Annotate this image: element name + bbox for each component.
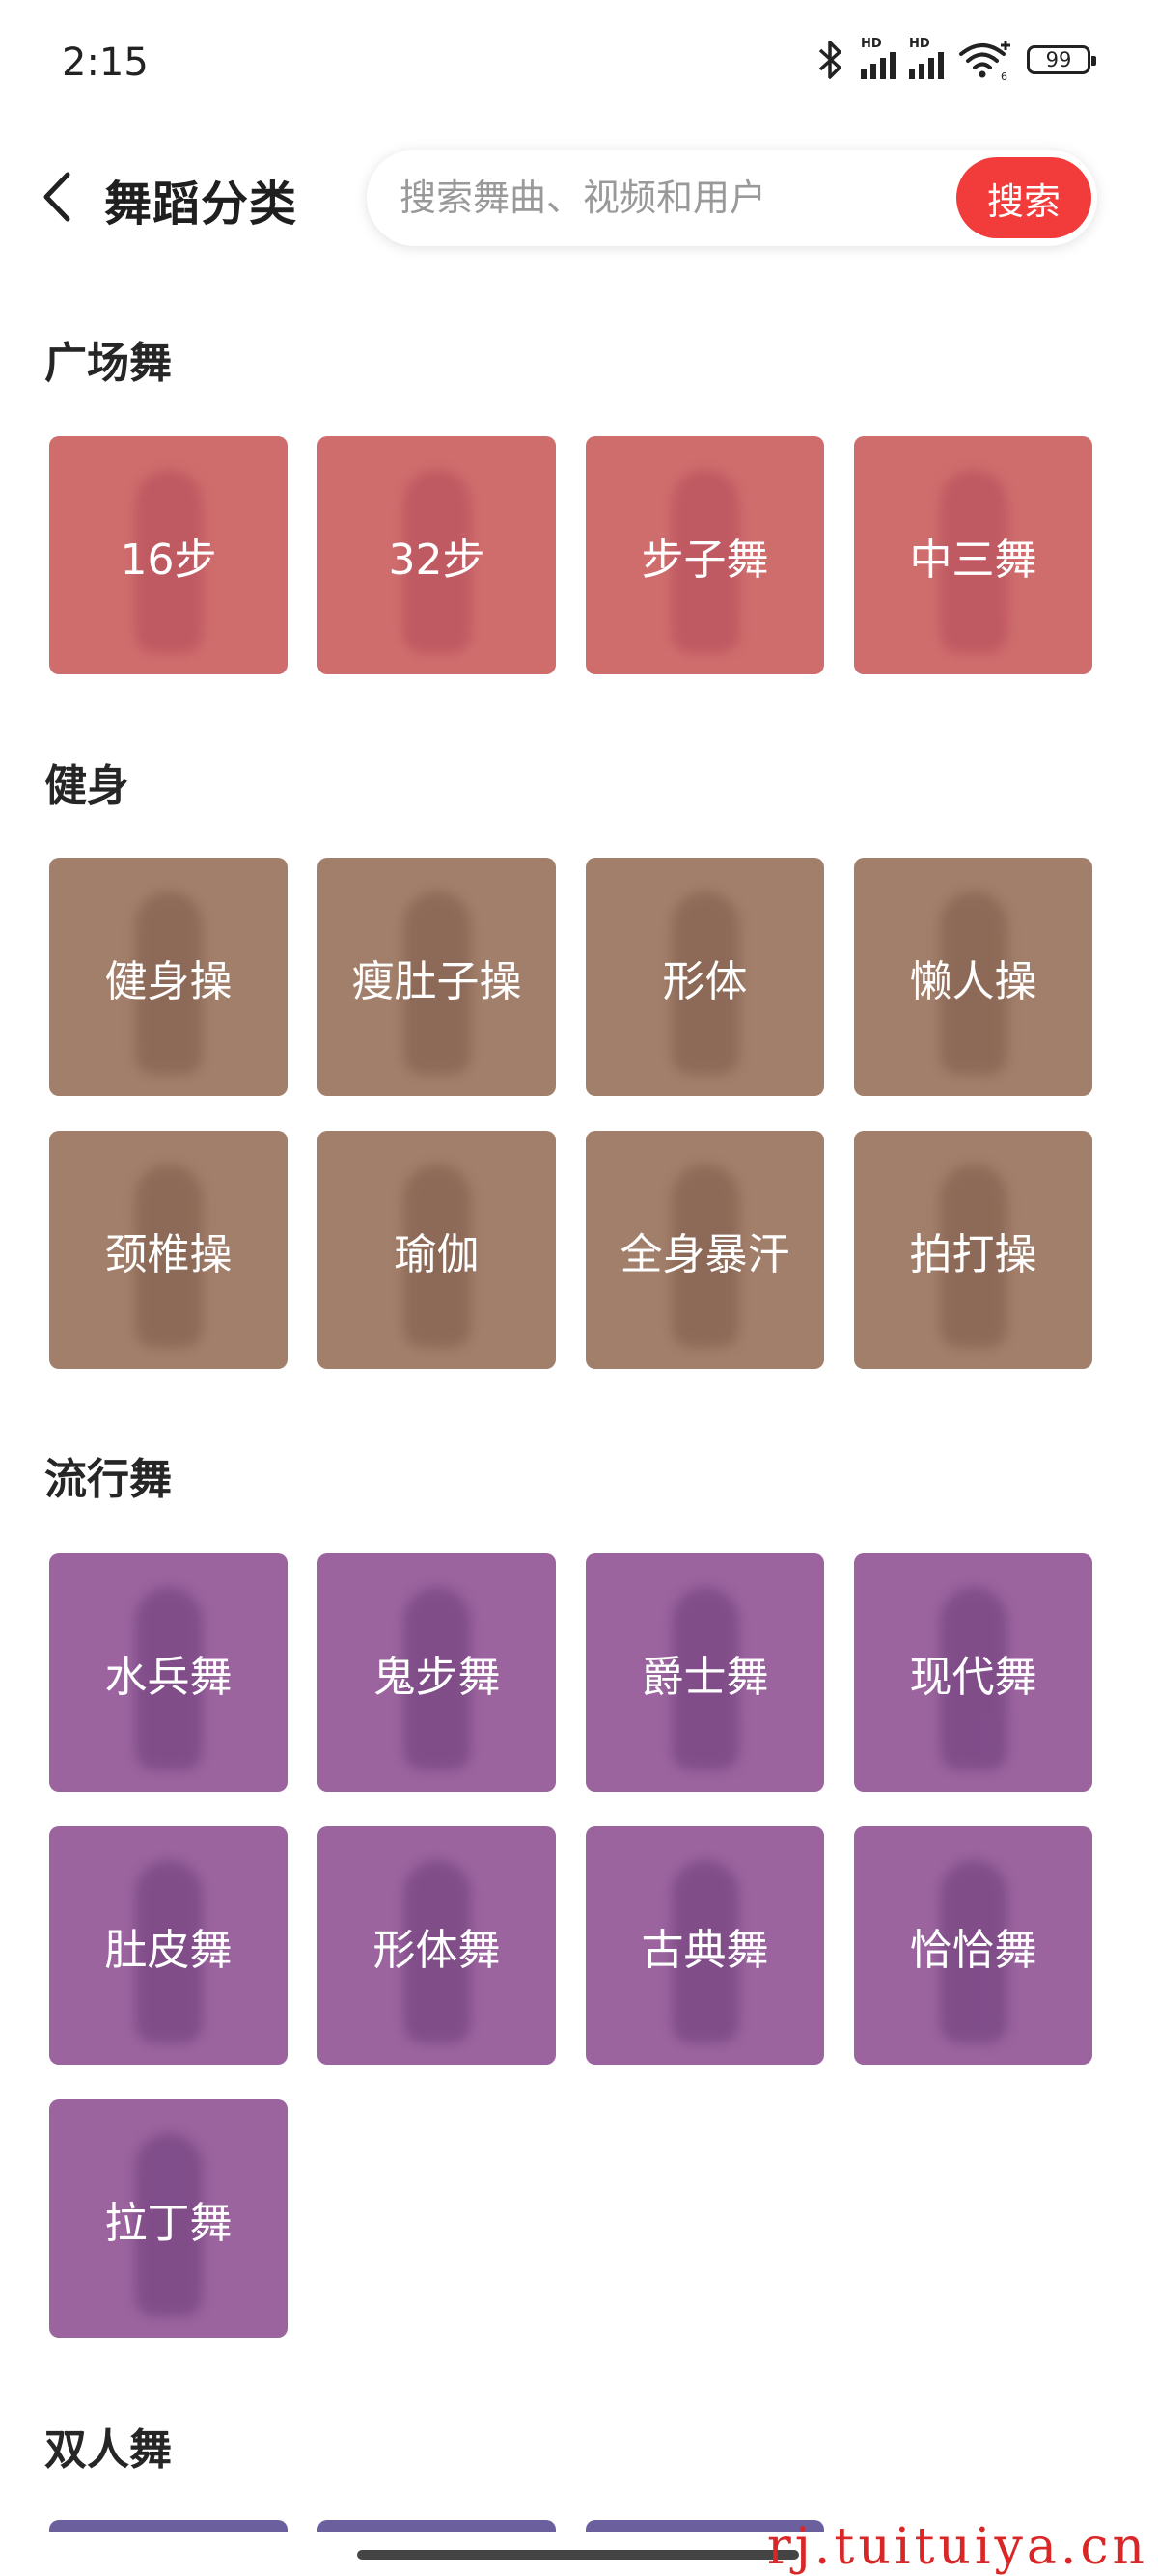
category-tile[interactable]: 步子舞: [586, 436, 824, 674]
back-arrow-icon[interactable]: [37, 169, 81, 225]
status-icons: HD HD 6 99: [814, 37, 1096, 81]
category-tile[interactable]: 32步: [317, 436, 556, 674]
category-tile[interactable]: 水兵舞: [49, 1553, 288, 1792]
status-bar: 2:15 HD HD 6 99: [0, 0, 1158, 130]
category-tile[interactable]: 现代舞: [854, 1553, 1092, 1792]
home-indicator[interactable]: [357, 2550, 799, 2560]
category-tile-partial[interactable]: [317, 2520, 556, 2532]
category-tile[interactable]: 拉丁舞: [49, 2099, 288, 2338]
watermark: rj.tuituiya.cn: [766, 2518, 1148, 2576]
battery-icon: 99: [1027, 45, 1096, 74]
category-tile[interactable]: 形体: [586, 858, 824, 1096]
hd-label: HD: [861, 37, 882, 51]
tile-label: 颈椎操: [104, 1229, 233, 1279]
category-tile[interactable]: 健身操: [49, 858, 288, 1096]
bluetooth-icon: [818, 41, 841, 79]
tile-label: 懒人操: [909, 956, 1037, 1006]
tile-label: 鬼步舞: [372, 1652, 501, 1702]
search-input[interactable]: [400, 177, 882, 219]
category-tile-partial[interactable]: [49, 2520, 288, 2532]
header: 舞蹈分类 搜索: [0, 145, 1158, 256]
category-tile[interactable]: 16步: [49, 436, 288, 674]
category-tile[interactable]: 古典舞: [586, 1826, 824, 2065]
tile-label: 水兵舞: [104, 1652, 233, 1702]
signal-strength-icon: HD: [861, 37, 896, 79]
section-title-couple-dance: 双人舞: [44, 2425, 172, 2475]
tile-label: 全身暴汗: [620, 1229, 790, 1279]
tile-label: 形体: [662, 956, 748, 1006]
battery-level: 99: [1045, 48, 1072, 71]
section-title-square-dance: 广场舞: [44, 339, 172, 388]
status-time: 2:15: [62, 41, 149, 85]
tile-label: 32步: [388, 534, 485, 585]
category-tile[interactable]: 瑜伽: [317, 1131, 556, 1369]
category-tile[interactable]: 全身暴汗: [586, 1131, 824, 1369]
hd-label: HD: [909, 37, 930, 51]
tile-label: 步子舞: [641, 534, 769, 585]
category-tile[interactable]: 颈椎操: [49, 1131, 288, 1369]
category-tile[interactable]: 肚皮舞: [49, 1826, 288, 2065]
tile-label: 现代舞: [909, 1652, 1037, 1702]
tile-label: 中三舞: [909, 534, 1037, 585]
category-tile[interactable]: 懒人操: [854, 858, 1092, 1096]
search-box: 搜索: [367, 150, 1097, 246]
tile-label: 肚皮舞: [104, 1925, 233, 1975]
tile-label: 瑜伽: [394, 1229, 480, 1279]
tile-label: 健身操: [104, 956, 233, 1006]
category-tile[interactable]: 鬼步舞: [317, 1553, 556, 1792]
category-tile[interactable]: 中三舞: [854, 436, 1092, 674]
category-tile[interactable]: 瘦肚子操: [317, 858, 556, 1096]
page-title: 舞蹈分类: [104, 177, 298, 232]
category-tile[interactable]: 形体舞: [317, 1826, 556, 2065]
tile-label: 瘦肚子操: [351, 956, 522, 1006]
category-tile[interactable]: 拍打操: [854, 1131, 1092, 1369]
search-button[interactable]: 搜索: [956, 157, 1091, 238]
wifi-sub-label: 6: [1001, 70, 1007, 81]
tile-label: 恰恰舞: [909, 1925, 1037, 1975]
signal-strength-icon: HD: [909, 37, 944, 79]
section-title-fitness: 健身: [44, 761, 129, 810]
tile-label: 古典舞: [641, 1925, 769, 1975]
tile-label: 16步: [120, 534, 217, 585]
tile-label: 爵士舞: [641, 1652, 769, 1702]
category-tile[interactable]: 恰恰舞: [854, 1826, 1092, 2065]
section-title-popular-dance: 流行舞: [44, 1455, 172, 1504]
tile-label: 拍打操: [909, 1229, 1037, 1279]
category-tile[interactable]: 爵士舞: [586, 1553, 824, 1792]
wifi-icon: 6: [959, 41, 1010, 81]
tile-label: 拉丁舞: [104, 2198, 233, 2248]
tile-label: 形体舞: [372, 1925, 501, 1975]
